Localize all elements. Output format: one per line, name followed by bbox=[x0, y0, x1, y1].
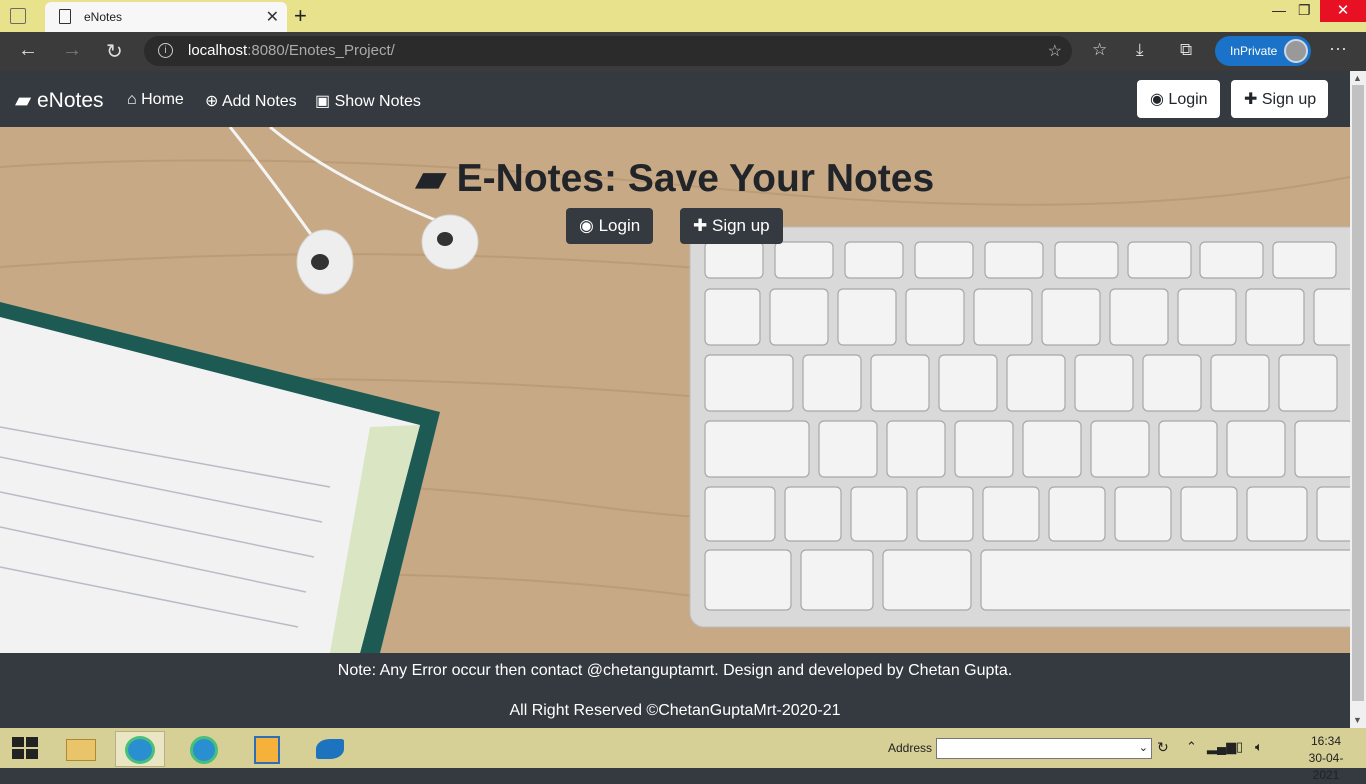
scroll-up-icon[interactable]: ▲ bbox=[1353, 73, 1362, 83]
navbar-signup-button[interactable]: ✚ Sign up bbox=[1231, 80, 1329, 118]
more-options-icon[interactable]: ··· bbox=[1329, 38, 1347, 59]
address-book-icon: ▣ bbox=[315, 93, 331, 110]
user-circle-icon: ◉ bbox=[579, 216, 594, 235]
book-icon: ▰ bbox=[415, 157, 446, 200]
netbeans-icon[interactable] bbox=[242, 731, 292, 767]
desk-background-image bbox=[0, 127, 1350, 653]
browser-tab[interactable]: eNotes ✕ bbox=[45, 2, 287, 32]
taskbar-address-input[interactable]: ⌄ bbox=[936, 738, 1152, 759]
site-info-icon[interactable]: i bbox=[158, 43, 173, 58]
home-icon: ⌂ bbox=[127, 91, 137, 108]
nav-home[interactable]: ⌂ Home bbox=[127, 91, 184, 109]
close-tab-icon[interactable]: ✕ bbox=[266, 7, 279, 27]
windows-taskbar: Address ⌄ ↻ ⌃ ▂▄▆ ▯ 🔈︎ 16:34 30-04-2021 bbox=[0, 728, 1366, 782]
forward-icon[interactable]: → bbox=[62, 39, 82, 62]
user-circle-icon: ◉ bbox=[1150, 91, 1164, 108]
url-text: localhost:8080/Enotes_Project/ bbox=[188, 42, 395, 59]
footer-note: Note: Any Error occur then contact @chet… bbox=[337, 662, 1013, 679]
clock-date: 30-04-2021 bbox=[1308, 751, 1344, 782]
avatar bbox=[1284, 39, 1308, 63]
edge-taskbar-icon-2[interactable] bbox=[180, 731, 230, 767]
restore-icon[interactable]: ❐ bbox=[1298, 2, 1311, 19]
navbar-login-button[interactable]: ◉ Login bbox=[1137, 80, 1220, 118]
hero-section: ▰ E-Notes: Save Your Notes ◉ Login ✚ Sig… bbox=[0, 127, 1350, 653]
clock-time: 16:34 bbox=[1310, 734, 1342, 748]
page-favicon-icon bbox=[59, 9, 71, 24]
minimize-icon[interactable]: — bbox=[1272, 2, 1286, 18]
volume-icon[interactable]: 🔈︎ bbox=[1255, 739, 1263, 755]
chevron-down-icon[interactable]: ⌄ bbox=[1139, 741, 1148, 754]
hero-title: ▰ E-Notes: Save Your Notes bbox=[415, 157, 935, 200]
edge-taskbar-icon[interactable] bbox=[115, 731, 165, 767]
user-plus-icon: ✚ bbox=[693, 216, 708, 235]
scroll-down-icon[interactable]: ▼ bbox=[1353, 715, 1362, 725]
downloads-icon[interactable]: ⤓ bbox=[1136, 40, 1144, 60]
inprivate-badge[interactable]: InPrivate bbox=[1215, 36, 1311, 66]
site-footer: Note: Any Error occur then contact @chet… bbox=[0, 653, 1350, 728]
windows-start-icon[interactable] bbox=[12, 737, 38, 759]
inprivate-label: InPrivate bbox=[1230, 44, 1278, 58]
window-close-icon[interactable]: ✕ bbox=[1320, 0, 1366, 22]
mysql-dolphin-icon[interactable] bbox=[304, 731, 354, 767]
hero-login-button[interactable]: ◉ Login bbox=[566, 208, 654, 244]
taskbar-refresh-icon[interactable]: ↻ bbox=[1157, 739, 1169, 756]
browser-toolbar: ← → ↻ i localhost:8080/Enotes_Project/ ☆… bbox=[0, 32, 1366, 71]
workspaces-icon[interactable] bbox=[10, 8, 26, 24]
new-tab-icon[interactable]: + bbox=[294, 3, 307, 29]
battery-icon[interactable]: ▯ bbox=[1236, 739, 1243, 755]
refresh-icon[interactable]: ↻ bbox=[106, 39, 123, 64]
hero-signup-button[interactable]: ✚ Sign up bbox=[680, 208, 783, 244]
nav-show-notes[interactable]: ▣ Show Notes bbox=[315, 91, 421, 111]
nav-add-notes[interactable]: ⊕ Add Notes bbox=[205, 91, 297, 111]
footer-copyright: All Right Reserved ©ChetanGuptaMrt-2020-… bbox=[509, 702, 841, 719]
user-plus-icon: ✚ bbox=[1244, 91, 1258, 108]
page-scrollbar[interactable]: ▲ ▼ bbox=[1350, 71, 1366, 728]
file-explorer-icon[interactable] bbox=[56, 731, 106, 767]
scrollbar-thumb[interactable] bbox=[1352, 85, 1364, 701]
plus-circle-icon: ⊕ bbox=[205, 93, 219, 110]
add-favorite-icon[interactable]: ☆ bbox=[1048, 41, 1062, 61]
address-bar[interactable]: i localhost:8080/Enotes_Project/ ☆ bbox=[144, 36, 1072, 66]
show-hidden-icons-icon[interactable]: ⌃ bbox=[1186, 739, 1197, 755]
collections-icon[interactable]: ⧉ bbox=[1180, 40, 1192, 60]
network-icon[interactable]: ▂▄▆ bbox=[1207, 739, 1236, 755]
tab-title: eNotes bbox=[84, 10, 123, 24]
site-navbar: ▰ eNotes ⌂ Home ⊕ Add Notes ▣ Show Notes… bbox=[0, 71, 1350, 127]
brand-link[interactable]: ▰ eNotes bbox=[15, 88, 104, 113]
favorites-icon[interactable]: ☆ bbox=[1092, 40, 1107, 60]
taskbar-address-label: Address bbox=[888, 741, 933, 755]
browser-tabstrip: eNotes ✕ + — ❐ ✕ bbox=[0, 0, 1366, 32]
back-icon[interactable]: ← bbox=[18, 39, 38, 62]
taskbar-clock[interactable]: 16:34 30-04-2021 bbox=[1296, 733, 1356, 784]
book-icon: ▰ bbox=[15, 89, 32, 112]
